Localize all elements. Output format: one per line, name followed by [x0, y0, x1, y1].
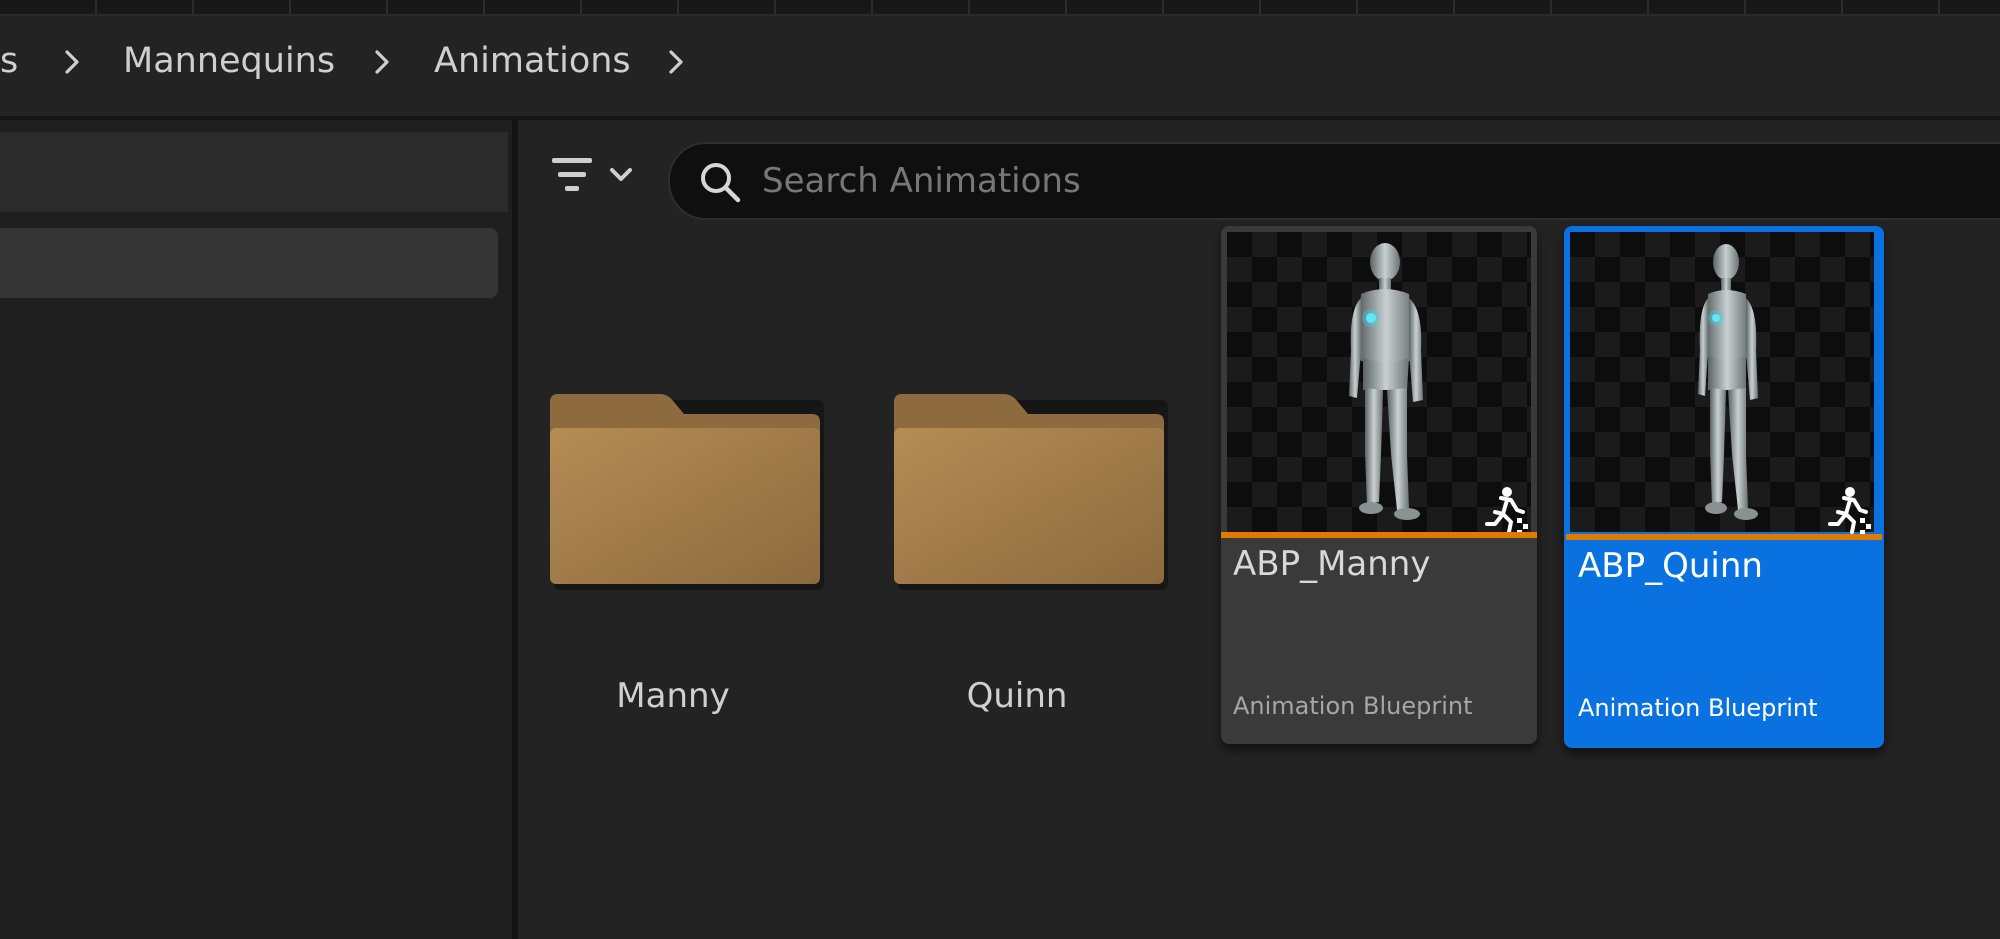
folder-tree-header — [0, 132, 508, 212]
animation-blueprint-icon — [1485, 487, 1528, 535]
asset-name: ABP_Quinn — [1578, 546, 1763, 586]
asset-type-label: Animation Blueprint — [1233, 692, 1473, 720]
folder-label: Manny — [616, 676, 730, 716]
timeline-strip — [0, 0, 2000, 16]
breadcrumb-item-animations[interactable]: Animations — [434, 36, 631, 86]
asset-type-bar — [1566, 534, 1882, 540]
chevron-right-icon[interactable] — [662, 48, 690, 76]
mannequin-thumbnail-icon — [1698, 244, 1758, 520]
asset-type-bar — [1221, 532, 1537, 538]
chevron-right-icon[interactable] — [368, 48, 396, 76]
folder-tile-quinn[interactable]: Quinn — [872, 268, 1168, 718]
search-input[interactable] — [760, 152, 1964, 210]
breadcrumb-item-truncated[interactable]: s — [0, 36, 18, 86]
asset-tile-abp-quinn[interactable]: ABP_Quinn Animation Blueprint — [1564, 226, 1884, 748]
folder-icon — [550, 394, 824, 590]
breadcrumb: s Mannequins Animations — [0, 16, 2000, 120]
asset-type-label: Animation Blueprint — [1578, 694, 1818, 722]
breadcrumb-item-mannequins[interactable]: Mannequins — [123, 36, 335, 86]
folder-tree-selected-item[interactable] — [0, 228, 498, 298]
content-browser: s Mannequins Animations Search Animation… — [0, 0, 2000, 939]
asset-tile-abp-manny[interactable]: ABP_Manny Animation Blueprint — [1221, 226, 1537, 744]
search-box[interactable] — [668, 142, 2000, 220]
folder-label: Quinn — [966, 676, 1068, 716]
folder-icon — [894, 394, 1168, 590]
filter-icon — [552, 158, 632, 191]
folder-tile-manny[interactable]: Manny — [528, 268, 824, 718]
asset-thumbnail — [1570, 232, 1874, 535]
mannequin-thumbnail-icon — [1349, 243, 1423, 520]
asset-view: Manny Quinn — [518, 120, 2000, 939]
folder-tree-panel — [0, 120, 508, 939]
filter-button[interactable] — [546, 150, 646, 206]
animation-blueprint-icon — [1828, 487, 1871, 535]
chevron-right-icon[interactable] — [58, 48, 86, 76]
search-icon — [701, 163, 741, 203]
asset-name: ABP_Manny — [1233, 544, 1431, 584]
asset-thumbnail — [1227, 232, 1531, 535]
